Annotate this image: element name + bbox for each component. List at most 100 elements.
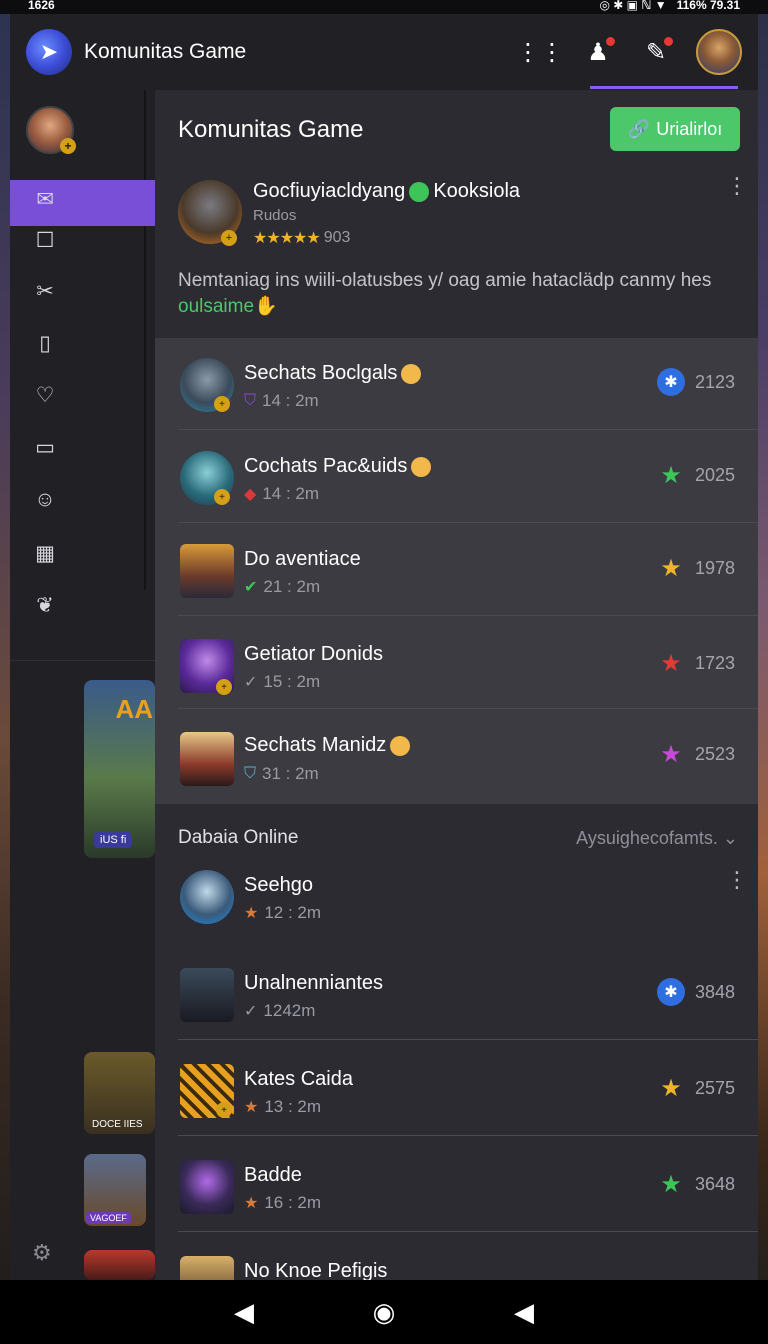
online-list-item[interactable]: No Knoe Pefigis [178,1236,758,1280]
sidebar-avatar-badge: + [60,138,76,154]
recents-icon[interactable]: ◀ [509,1297,539,1328]
status-time: 1626 [28,0,55,12]
game-card[interactable] [84,1250,155,1280]
list-item[interactable]: Sechats Manidz ⛉ 31 : 2m ★ 2523 [178,712,758,804]
player-name: Badde [244,1164,302,1187]
game-card[interactable]: VAGOEF [84,1154,146,1226]
more-options-icon[interactable]: ⋮ [726,175,748,197]
avatar-badge: + [216,679,232,695]
avatar-badge: + [214,396,230,412]
featured-subtitle: Rudos [253,207,297,224]
group-list: + Sechats Boclgals ⛉ 14 : 2m ✱ 2123 + Co… [155,338,758,804]
group-score-text: 2123 [694,371,735,392]
status-right: ◎ ✱ ▣ ℕ ▼ 116% 79.31 [599,0,740,12]
game-card-label: VAGOEF [86,1212,131,1224]
group-score: ★ 2025 [657,461,735,489]
group-name: Do aventiace [244,548,361,571]
app-title: Komunitas Game [84,40,247,63]
group-name: Sechats Boclgals [244,362,422,385]
online-section-title: Dabaia Online [178,827,299,848]
list-item[interactable]: + Sechats Boclgals ⛉ 14 : 2m ✱ 2123 [178,338,758,430]
group-time-text: 14 : 2m [262,484,320,503]
player-time: ★ 13 : 2m [244,1097,321,1117]
group-score: ★ 1978 [657,554,735,582]
mail-icon[interactable]: ✉ [32,186,58,212]
group-time: ⛉ 14 : 2m [244,391,319,411]
rating-stars-icon: ★★★★★ [253,230,321,247]
emoji-icon [401,363,422,384]
status-icons: ◎ ✱ ▣ ℕ ▼ [599,0,667,12]
home-icon[interactable]: ◉ [369,1297,399,1328]
user-avatar[interactable] [696,29,742,75]
app-logo-icon[interactable]: ➤ [26,29,72,75]
back-icon[interactable]: ◀ [229,1297,259,1328]
player-avatar [180,968,234,1022]
fire-icon: ✋ [254,296,278,317]
chevron-down-icon: ⌄ [722,827,738,848]
table-icon[interactable]: ▦ [32,540,58,566]
settings-icon[interactable]: ⚙ [32,1240,52,1266]
player-avatar [180,870,234,924]
group-time-text: 15 : 2m [263,672,321,691]
grid-menu-icon[interactable]: ⋮⋮ [516,34,564,70]
featured-avatar-badge: + [221,230,237,246]
group-time-text: 31 : 2m [262,764,319,783]
player-name-text: Unalnenniantes [244,972,383,994]
avatar-badge: + [216,1102,232,1118]
game-card[interactable]: AA iUS fi [84,680,155,858]
player-name-text: Badde [244,1164,302,1186]
group-time: ✓ 15 : 2m [244,672,320,692]
player-name: Kates Caida [244,1068,353,1091]
friends-button[interactable]: ♟ [580,34,616,70]
purple-star-icon: ★ [660,740,682,768]
folder-icon[interactable]: ▭ [32,434,58,460]
player-name-text: No Knoe Pefigis [244,1260,388,1280]
player-time: ★ 12 : 2m [244,903,321,923]
star-outline-icon: ★ [244,1099,259,1116]
blue-badge-icon: ✱ [656,978,685,1006]
tools-button[interactable]: ✎ [638,34,674,70]
group-name: Getiator Donids [244,643,383,666]
list-item[interactable]: + Cochats Pac&uids ◆ 14 : 2m ★ 2025 [178,431,758,523]
player-score-text: 3648 [694,1173,735,1194]
featured-section: Komunitas Game 🔗 Urialirloı + Gocfiuyiac… [155,90,758,338]
player-time: ✓ 1242m [244,1001,315,1021]
avatar-badge: + [214,489,230,505]
game-card[interactable]: DOCE IIES [84,1052,155,1134]
more-options-icon[interactable]: ⋮ [726,869,748,891]
star-outline-icon: ★ [244,1195,259,1212]
check-circle-icon: ✓ [244,1003,258,1020]
gift-icon: ◆ [244,486,257,503]
online-list-item[interactable]: Unalnenniantes ✓ 1242m ✱ 3848 [178,948,758,1040]
player-score-text: 3848 [694,981,735,1002]
group-score-text: 1978 [694,557,735,578]
chat-icon[interactable]: ♡ [32,382,58,408]
sidebar-divider-line [144,90,146,590]
online-list-item[interactable]: Badde ★ 16 : 2m ★ 3648 [178,1140,758,1232]
player-time: ★ 16 : 2m [244,1193,321,1213]
game-card-art: AA [115,694,153,724]
gold-star-icon: ★ [660,554,682,582]
sidebar: + ✉ ☐ ✂ ▯ ♡ ▭ ☺ ▦ ❦ AA iUS fi DOCE IIES … [10,90,155,1280]
green-star-icon: ★ [660,461,682,489]
primary-action-button[interactable]: 🔗 Urialirloı [610,107,740,151]
online-list-item[interactable]: + Kates Caida ★ 13 : 2m ★ 2575 [178,1044,758,1136]
list-item[interactable]: + Getiator Donids ✓ 15 : 2m ★ 1723 [178,617,758,709]
leaf-icon[interactable]: ❦ [32,592,58,618]
green-star-icon: ★ [660,1170,682,1198]
player-avatar [180,1160,234,1214]
sort-dropdown[interactable]: Aysuighecofamts. ⌄ [576,828,738,849]
tools-icon[interactable]: ✂ [32,278,58,304]
group-time-text: 21 : 2m [263,577,321,596]
list-item[interactable]: Do aventiace ✔ 21 : 2m ★ 1978 [178,524,758,616]
red-star-icon: ★ [660,649,682,677]
online-list-item[interactable]: Seehgo ★ 12 : 2m ⋮ [178,860,758,952]
book-icon[interactable]: ▯ [32,330,58,356]
main-panel: Komunitas Game 🔗 Urialirloı + Gocfiuyiac… [155,90,758,1280]
game-card-label: iUS fi [94,832,133,848]
group-avatar [180,732,234,786]
profile-icon[interactable]: ☺ [32,487,58,513]
edit-icon[interactable]: ☐ [32,227,58,253]
online-section-header: Dabaia Online Aysuighecofamts. ⌄ [178,827,738,849]
group-time: ⛉ 31 : 2m [244,764,319,784]
